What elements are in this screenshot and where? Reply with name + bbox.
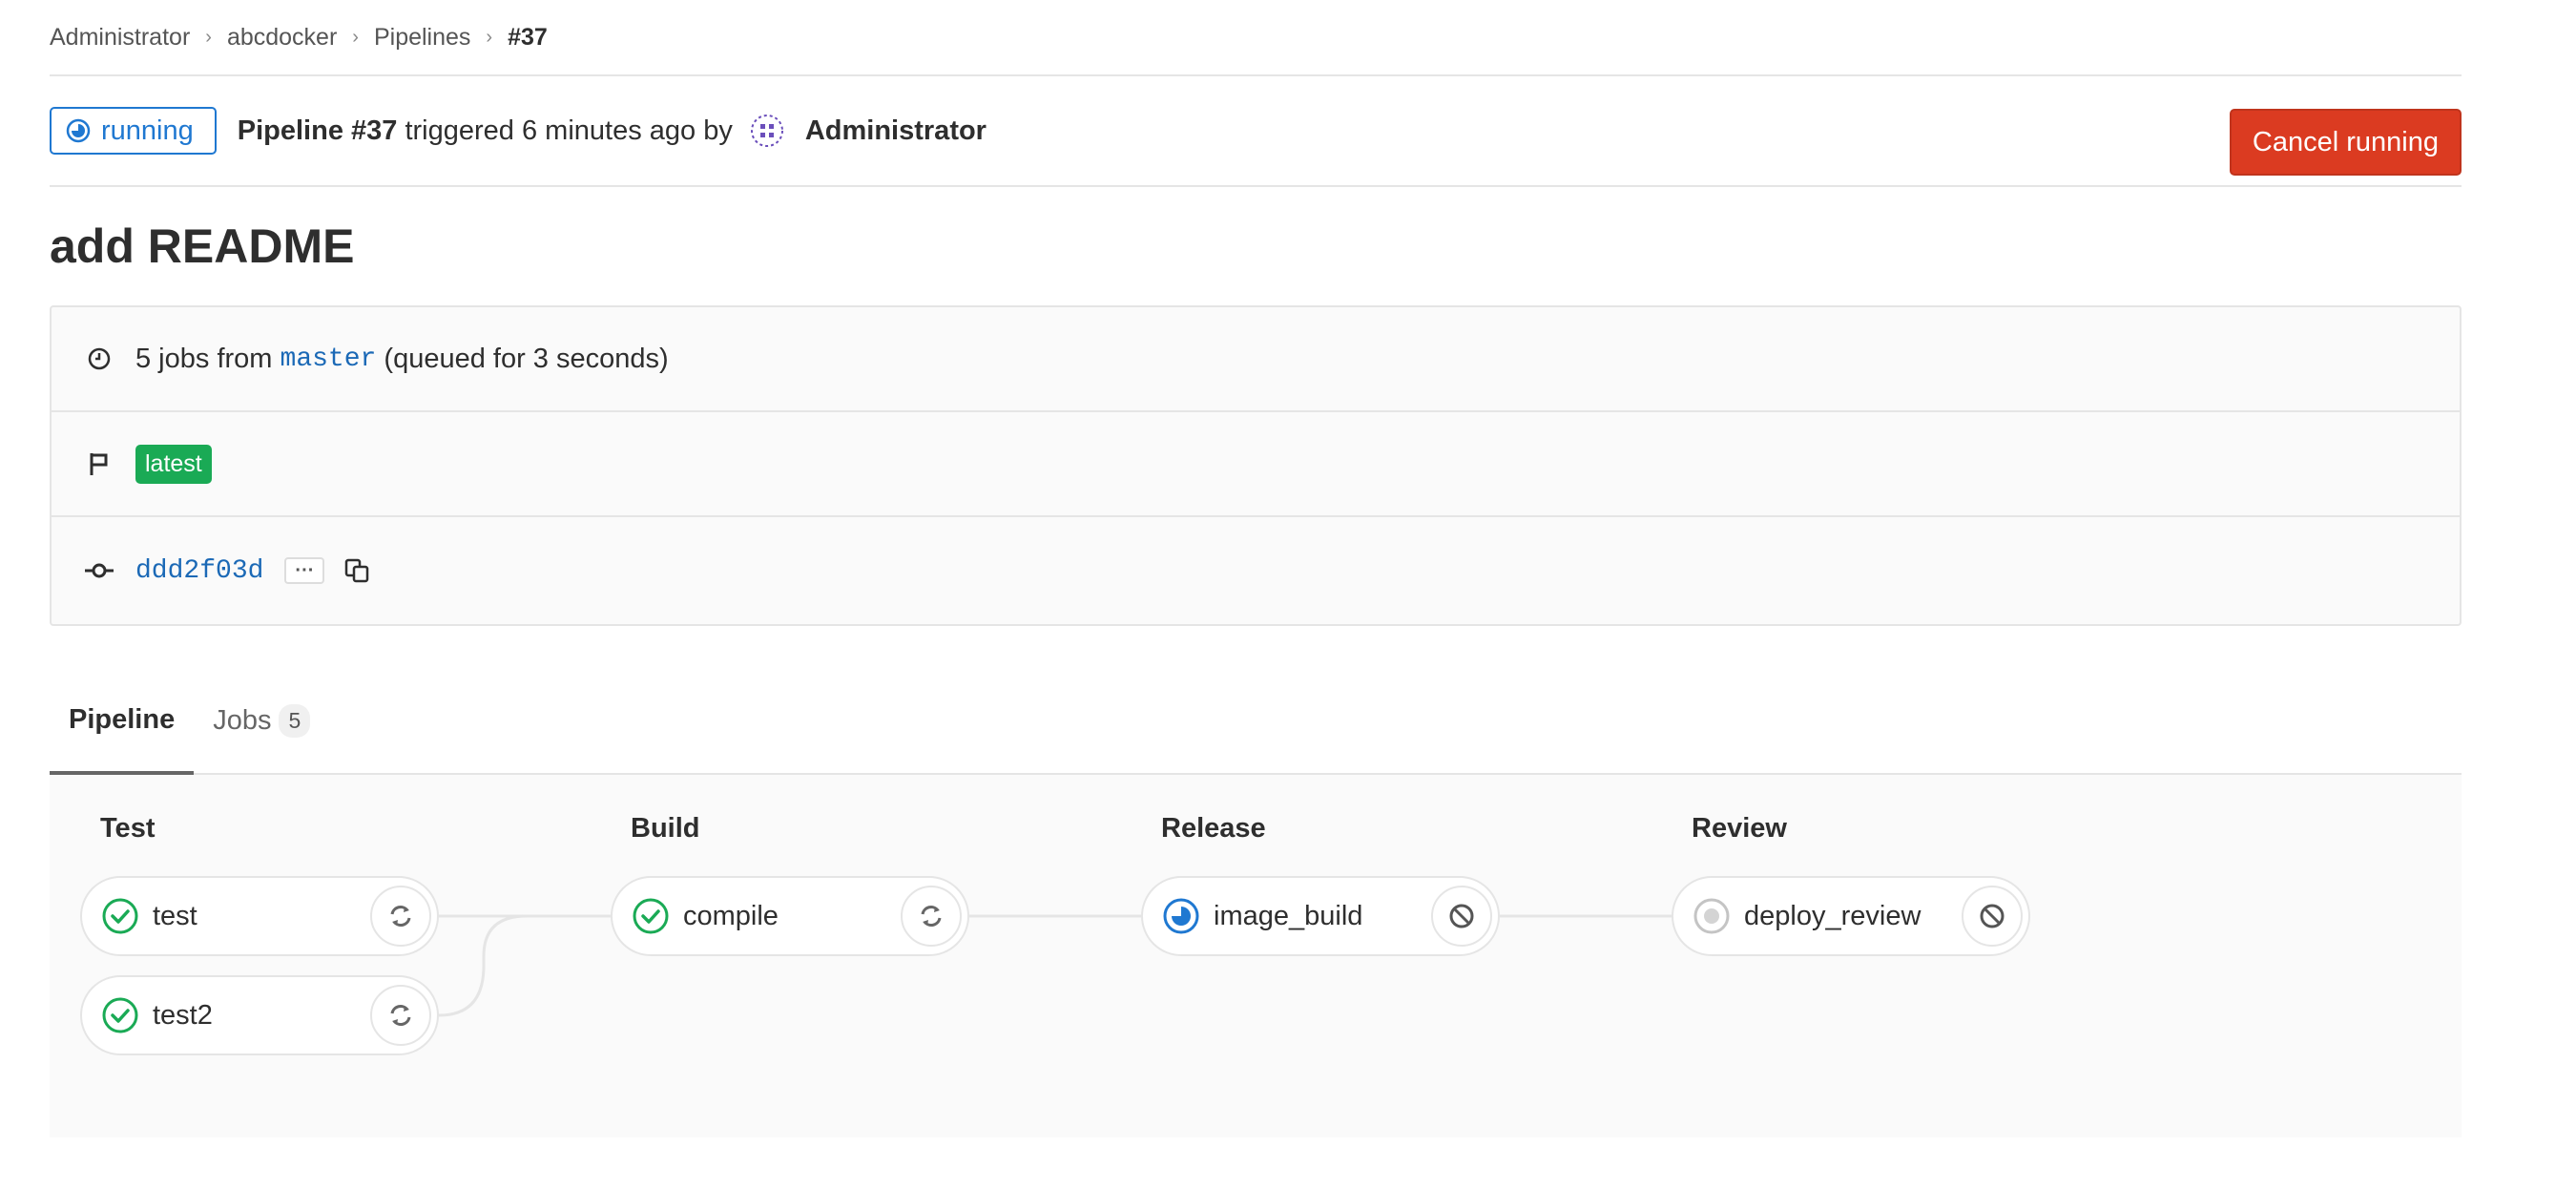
- page-title: add README: [50, 219, 355, 273]
- clock-icon: [82, 346, 116, 371]
- tab-jobs-label: Jobs: [213, 704, 272, 736]
- success-status-icon: [102, 997, 138, 1033]
- job-name: compile: [683, 900, 779, 931]
- cancel-running-button[interactable]: Cancel running: [2229, 109, 2462, 176]
- retry-job-button[interactable]: [901, 886, 962, 947]
- pipeline-info: Pipeline #37 triggered 6 minutes ago by …: [238, 114, 987, 148]
- breadcrumb-pipelines[interactable]: Pipelines: [374, 24, 470, 52]
- retry-icon: [390, 906, 411, 927]
- queued-text: (queued for 3 seconds): [384, 343, 669, 374]
- expand-commit-message-button[interactable]: ···: [284, 557, 325, 584]
- jobs-row: 5 jobs from master (queued for 3 seconds…: [52, 307, 2460, 412]
- running-status-icon: [66, 118, 91, 143]
- success-status-icon: [633, 898, 669, 934]
- pipeline-tabs: Pipeline Jobs 5: [50, 668, 2462, 775]
- cancel-icon: [1449, 904, 1474, 928]
- jobs-count-text: 5 jobs from: [135, 343, 273, 374]
- identicon-icon: [750, 115, 783, 147]
- chevron-right-icon: ›: [352, 26, 359, 48]
- cancel-job-button[interactable]: [1962, 886, 2023, 947]
- user-link[interactable]: Administrator: [805, 115, 987, 147]
- breadcrumb: Administrator › abcdocker › Pipelines › …: [50, 0, 2462, 76]
- job-name: deploy_review: [1744, 900, 1922, 931]
- cancel-job-button[interactable]: [1431, 886, 1492, 947]
- pipeline-label: Pipeline #37: [237, 115, 398, 146]
- avatar[interactable]: [750, 114, 784, 148]
- retry-icon: [921, 906, 942, 927]
- ellipsis-icon: ···: [295, 560, 315, 581]
- commit-sha-link[interactable]: ddd2f03d: [135, 556, 263, 586]
- job-name: image_build: [1214, 900, 1363, 931]
- status-label: running: [101, 115, 194, 146]
- triggered-text: triggered 6 minutes ago by: [405, 115, 733, 146]
- pipeline-page: Administrator › abcdocker › Pipelines › …: [50, 0, 2462, 1137]
- status-badge[interactable]: running: [50, 107, 217, 155]
- job-test2[interactable]: test2: [80, 975, 439, 1055]
- pipeline-info-box: 5 jobs from master (queued for 3 seconds…: [50, 305, 2462, 626]
- tab-jobs[interactable]: Jobs 5: [194, 668, 329, 773]
- cancel-icon: [1980, 904, 2005, 928]
- chevron-right-icon: ›: [486, 26, 493, 48]
- success-status-icon: [102, 898, 138, 934]
- stage-title-release: Release: [1161, 813, 1266, 844]
- tab-pipeline[interactable]: Pipeline: [50, 668, 195, 775]
- job-deploy-review[interactable]: deploy_review: [1672, 876, 2030, 956]
- tab-pipeline-label: Pipeline: [69, 703, 176, 735]
- pipeline-graph: Test Build Release Review test test2 com…: [50, 775, 2462, 1137]
- job-name: test: [153, 900, 197, 931]
- breadcrumb-pipeline-id[interactable]: #37: [508, 24, 548, 52]
- chevron-right-icon: ›: [205, 26, 212, 48]
- breadcrumb-project[interactable]: abcdocker: [227, 24, 337, 52]
- pipeline-header: running Pipeline #37 triggered 6 minutes…: [50, 76, 2462, 187]
- branch-link[interactable]: master: [280, 344, 377, 374]
- retry-job-button[interactable]: [370, 886, 431, 947]
- job-compile[interactable]: compile: [611, 876, 969, 956]
- jobs-count-badge: 5: [279, 703, 311, 738]
- created-status-icon: [1693, 898, 1730, 934]
- commit-row: ddd2f03d ···: [52, 517, 2460, 624]
- copy-sha-button[interactable]: [343, 557, 370, 584]
- job-name: test2: [153, 999, 213, 1031]
- retry-job-button[interactable]: [370, 985, 431, 1046]
- running-status-icon: [1163, 898, 1199, 934]
- copy-icon: [345, 558, 369, 583]
- flag-icon: [82, 450, 116, 477]
- latest-badge: latest: [135, 444, 212, 484]
- job-test[interactable]: test: [80, 876, 439, 956]
- badges-row: latest: [52, 412, 2460, 517]
- retry-icon: [390, 1005, 411, 1026]
- breadcrumb-administrator[interactable]: Administrator: [50, 24, 190, 52]
- stage-title-test: Test: [100, 813, 156, 844]
- stage-title-review: Review: [1692, 813, 1787, 844]
- stage-title-build: Build: [631, 813, 700, 844]
- job-image-build[interactable]: image_build: [1141, 876, 1500, 956]
- commit-icon: [82, 561, 116, 580]
